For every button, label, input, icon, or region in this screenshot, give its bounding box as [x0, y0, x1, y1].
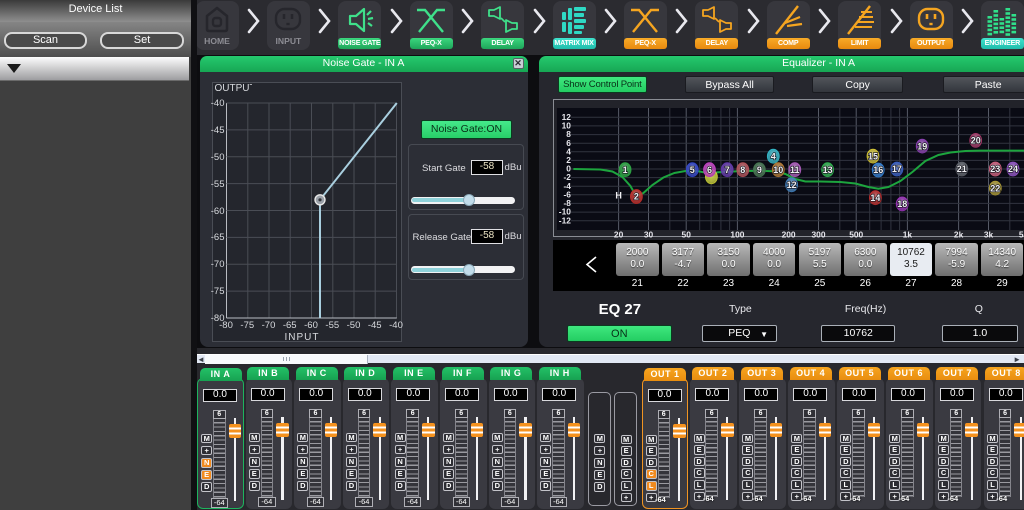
svg-text:50: 50	[681, 230, 691, 240]
svg-text:1: 1	[622, 165, 627, 175]
svg-text:500: 500	[849, 230, 863, 240]
svg-text:H: H	[615, 191, 622, 201]
svg-text:200: 200	[781, 230, 795, 240]
svg-text:9: 9	[756, 165, 761, 175]
svg-text:11: 11	[790, 165, 800, 175]
svg-text:1k: 1k	[902, 230, 912, 240]
svg-text:12: 12	[786, 180, 796, 190]
svg-text:24: 24	[1008, 164, 1018, 174]
svg-text:22: 22	[990, 183, 1000, 193]
svg-text:5k: 5k	[1018, 230, 1024, 240]
svg-text:30: 30	[643, 230, 653, 240]
svg-text:19: 19	[917, 141, 927, 151]
svg-text:10: 10	[773, 165, 783, 175]
svg-text:300: 300	[811, 230, 825, 240]
svg-text:23: 23	[990, 164, 1000, 174]
svg-text:15: 15	[868, 151, 878, 161]
svg-text:7: 7	[724, 165, 729, 175]
svg-text:-12: -12	[558, 215, 570, 225]
svg-text:20: 20	[614, 230, 624, 240]
svg-text:21: 21	[956, 164, 966, 174]
svg-text:3k: 3k	[983, 230, 993, 240]
svg-text:4: 4	[770, 151, 775, 161]
svg-text:16: 16	[873, 165, 883, 175]
svg-text:5: 5	[689, 165, 694, 175]
svg-text:8: 8	[740, 165, 745, 175]
svg-text:2: 2	[633, 192, 638, 202]
svg-text:17: 17	[891, 164, 901, 174]
svg-text:20: 20	[970, 136, 980, 146]
svg-text:14: 14	[870, 193, 880, 203]
svg-text:2k: 2k	[954, 230, 964, 240]
svg-text:6: 6	[707, 165, 712, 175]
svg-text:13: 13	[822, 165, 832, 175]
svg-text:18: 18	[897, 199, 907, 209]
svg-text:100: 100	[730, 230, 744, 240]
